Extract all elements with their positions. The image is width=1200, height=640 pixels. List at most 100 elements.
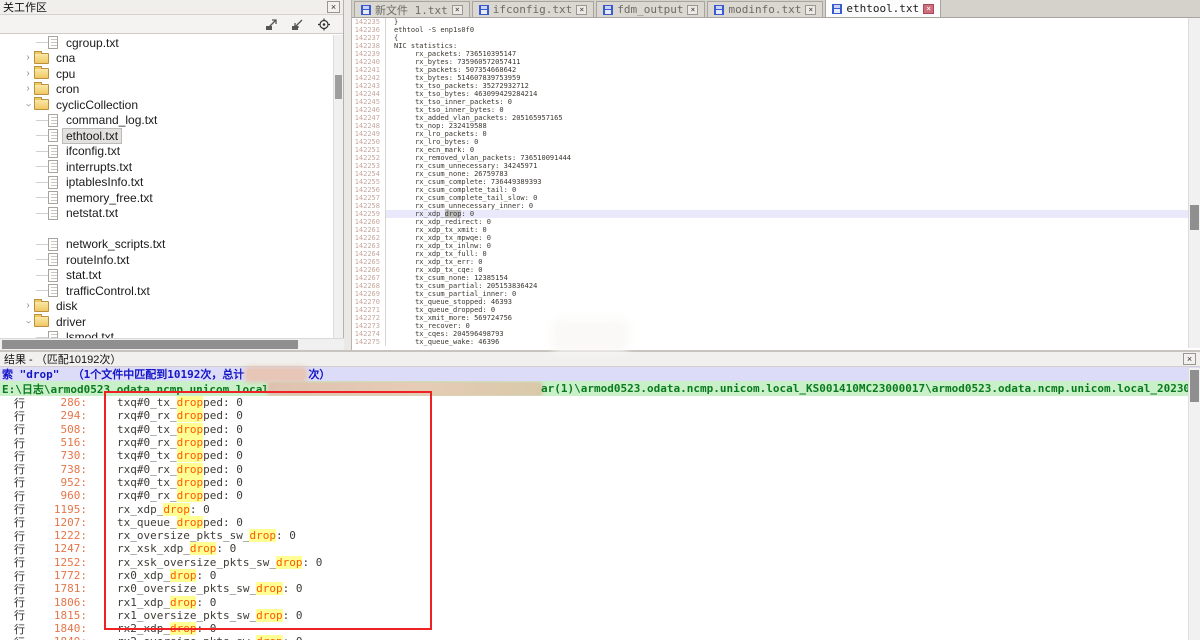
results-vertical-scrollbar-thumb[interactable] [1190, 370, 1199, 402]
tree-horizontal-scrollbar-thumb[interactable] [2, 340, 298, 349]
chevron-right-icon[interactable]: › [22, 53, 34, 63]
line-text: rx_xdp_tx_err: 0 [386, 258, 1188, 266]
tab-label: fdm_output [617, 3, 683, 16]
editor-line: 142255 rx_csum_complete: 736449389393 [352, 178, 1188, 186]
line-text: tx_packets: 507354668642 [386, 66, 1188, 74]
editor-vertical-scrollbar[interactable] [1188, 18, 1200, 348]
tree-item-label: cyclicCollection [53, 98, 141, 112]
line-number: 142244 [352, 90, 386, 98]
collapse-all-icon[interactable] [291, 18, 305, 30]
chevron-down-icon[interactable]: › [23, 99, 33, 111]
editor-line: 142251 rx_ecn_mark: 0 [352, 146, 1188, 154]
tab-fdm_output[interactable]: fdm_output × [596, 1, 705, 17]
tree-item-lsmod.txt[interactable]: lsmod.txt [0, 330, 333, 339]
line-number: 142267 [352, 274, 386, 282]
expand-all-icon[interactable] [265, 18, 279, 30]
line-number: 142242 [352, 74, 386, 82]
close-results-icon[interactable]: × [1183, 353, 1196, 365]
tree-connector [36, 244, 48, 245]
tab-modinfo.txt[interactable]: modinfo.txt× [707, 1, 823, 17]
editor-line: 142242 tx_bytes: 514607839753959 [352, 74, 1188, 82]
tree-item-disk[interactable]: ›disk [0, 299, 333, 315]
tree-item-interrupts.txt[interactable]: interrupts.txt [0, 159, 333, 175]
editor-line: 142272 tx_xmit_more: 569724756 [352, 314, 1188, 322]
tree-item-cpu[interactable]: ›cpu [0, 66, 333, 82]
line-text: tx_tso_bytes: 463099429284214 [386, 90, 1188, 98]
tree-item-netstat.txt[interactable]: netstat.txt [0, 206, 333, 222]
line-text: rx_ecn_mark: 0 [386, 146, 1188, 154]
tree-item-trafficControl.txt[interactable]: trafficControl.txt [0, 283, 333, 299]
file-icon [48, 114, 58, 127]
locate-file-icon[interactable] [317, 18, 331, 30]
tree-item-driver[interactable]: ›driver [0, 314, 333, 330]
editor-line: 142247 tx_added_vlan_packets: 2051659571… [352, 114, 1188, 122]
editor-line: 142264 rx_xdp_tx_full: 0 [352, 250, 1188, 258]
chevron-down-icon[interactable]: › [23, 316, 33, 328]
tree-item-label: ifconfig.txt [63, 144, 123, 158]
editor-line: 142248 tx_nop: 232419588 [352, 122, 1188, 130]
tree-item-label: cron [53, 82, 82, 96]
tab-label: ifconfig.txt [493, 3, 572, 16]
tree-vertical-scrollbar[interactable] [333, 35, 343, 338]
result-line-number: 1849: [25, 635, 87, 640]
editor-line: 142252 rx_removed_vlan_packets: 73651009… [352, 154, 1188, 162]
tree-vertical-scrollbar-thumb[interactable] [335, 75, 342, 99]
result-line-number: 1247: [25, 542, 87, 555]
tab-ethtool.txt[interactable]: ethtool.txt× [825, 0, 941, 17]
close-tab-icon[interactable]: × [452, 5, 463, 15]
line-number: 142250 [352, 138, 386, 146]
tree-item-label: command_log.txt [63, 113, 160, 127]
tab-ifconfig.txt[interactable]: ifconfig.txt × [472, 1, 594, 17]
tree-connector [36, 42, 48, 43]
match-highlight: drop [256, 635, 283, 640]
result-row[interactable]: 行1849:rx2_oversize_pkts_sw_drop: 0 [0, 635, 1188, 640]
close-workspace-icon[interactable]: × [327, 1, 340, 13]
tree-item-ethtool.txt[interactable]: ethtool.txt [0, 128, 333, 144]
line-number: 142261 [352, 226, 386, 234]
line-text: rx_csum_complete: 736449389393 [386, 178, 1188, 186]
editor-text-area[interactable]: 142235}142236ethtool -S enp1s0f0142237{1… [352, 18, 1188, 348]
save-icon [832, 4, 842, 14]
chevron-right-icon[interactable]: › [22, 301, 34, 311]
tree-item-label: netstat.txt [63, 206, 121, 220]
tab-新文件 1.txt[interactable]: 新文件 1.txt× [354, 1, 470, 17]
save-icon [479, 5, 489, 15]
chevron-right-icon[interactable]: › [22, 69, 34, 79]
close-tab-icon[interactable]: × [923, 4, 934, 14]
tree-item-iptablesInfo.txt[interactable]: iptablesInfo.txt [0, 175, 333, 191]
tree-item-ifconfig.txt[interactable]: ifconfig.txt [0, 144, 333, 160]
line-number: 142239 [352, 50, 386, 58]
close-tab-icon[interactable]: × [576, 5, 587, 15]
chevron-right-icon[interactable]: › [22, 84, 34, 94]
editor-line: 142245 tx_tso_inner_packets: 0 [352, 98, 1188, 106]
file-icon [48, 207, 58, 220]
tree-item-cna[interactable]: ›cna [0, 51, 333, 67]
tree-horizontal-scrollbar[interactable] [0, 338, 344, 350]
close-tab-icon[interactable]: × [687, 5, 698, 15]
result-line-number: 952: [25, 476, 87, 489]
tree-item-network_scripts.txt[interactable]: network_scripts.txt [0, 237, 333, 253]
line-number: 142268 [352, 282, 386, 290]
line-text: tx_tso_inner_bytes: 0 [386, 106, 1188, 114]
editor-vertical-scrollbar-thumb[interactable] [1190, 205, 1199, 230]
result-line-number: 286: [25, 396, 87, 409]
panel-splitter[interactable] [344, 0, 352, 350]
tree-item-cyclicCollection[interactable]: › cyclicCollection [0, 97, 333, 113]
close-tab-icon[interactable]: × [805, 5, 816, 15]
result-line-number: 1772: [25, 569, 87, 582]
tree-item-memory_free.txt[interactable]: memory_free.txt [0, 190, 333, 206]
annotation-red-box [104, 391, 432, 630]
tree-item-stat.txt[interactable]: stat.txt [0, 268, 333, 284]
results-vertical-scrollbar[interactable] [1188, 368, 1200, 640]
tree-connector [36, 197, 48, 198]
line-text: NIC statistics: [386, 42, 1188, 50]
editor-line: 142256 rx_csum_complete_tail: 0 [352, 186, 1188, 194]
tree-item-routeInfo.txt[interactable]: routeInfo.txt [0, 252, 333, 268]
line-number: 142258 [352, 202, 386, 210]
line-text: tx_tso_packets: 35272932712 [386, 82, 1188, 90]
results-titlebar: 结果 - （匹配10192次） × [0, 352, 1200, 367]
tree-item-command_log.txt[interactable]: command_log.txt [0, 113, 333, 129]
tree-item-cron[interactable]: › cron [0, 82, 333, 98]
tree-item-cgroup.txt[interactable]: cgroup.txt [0, 35, 333, 51]
line-number: 142240 [352, 58, 386, 66]
